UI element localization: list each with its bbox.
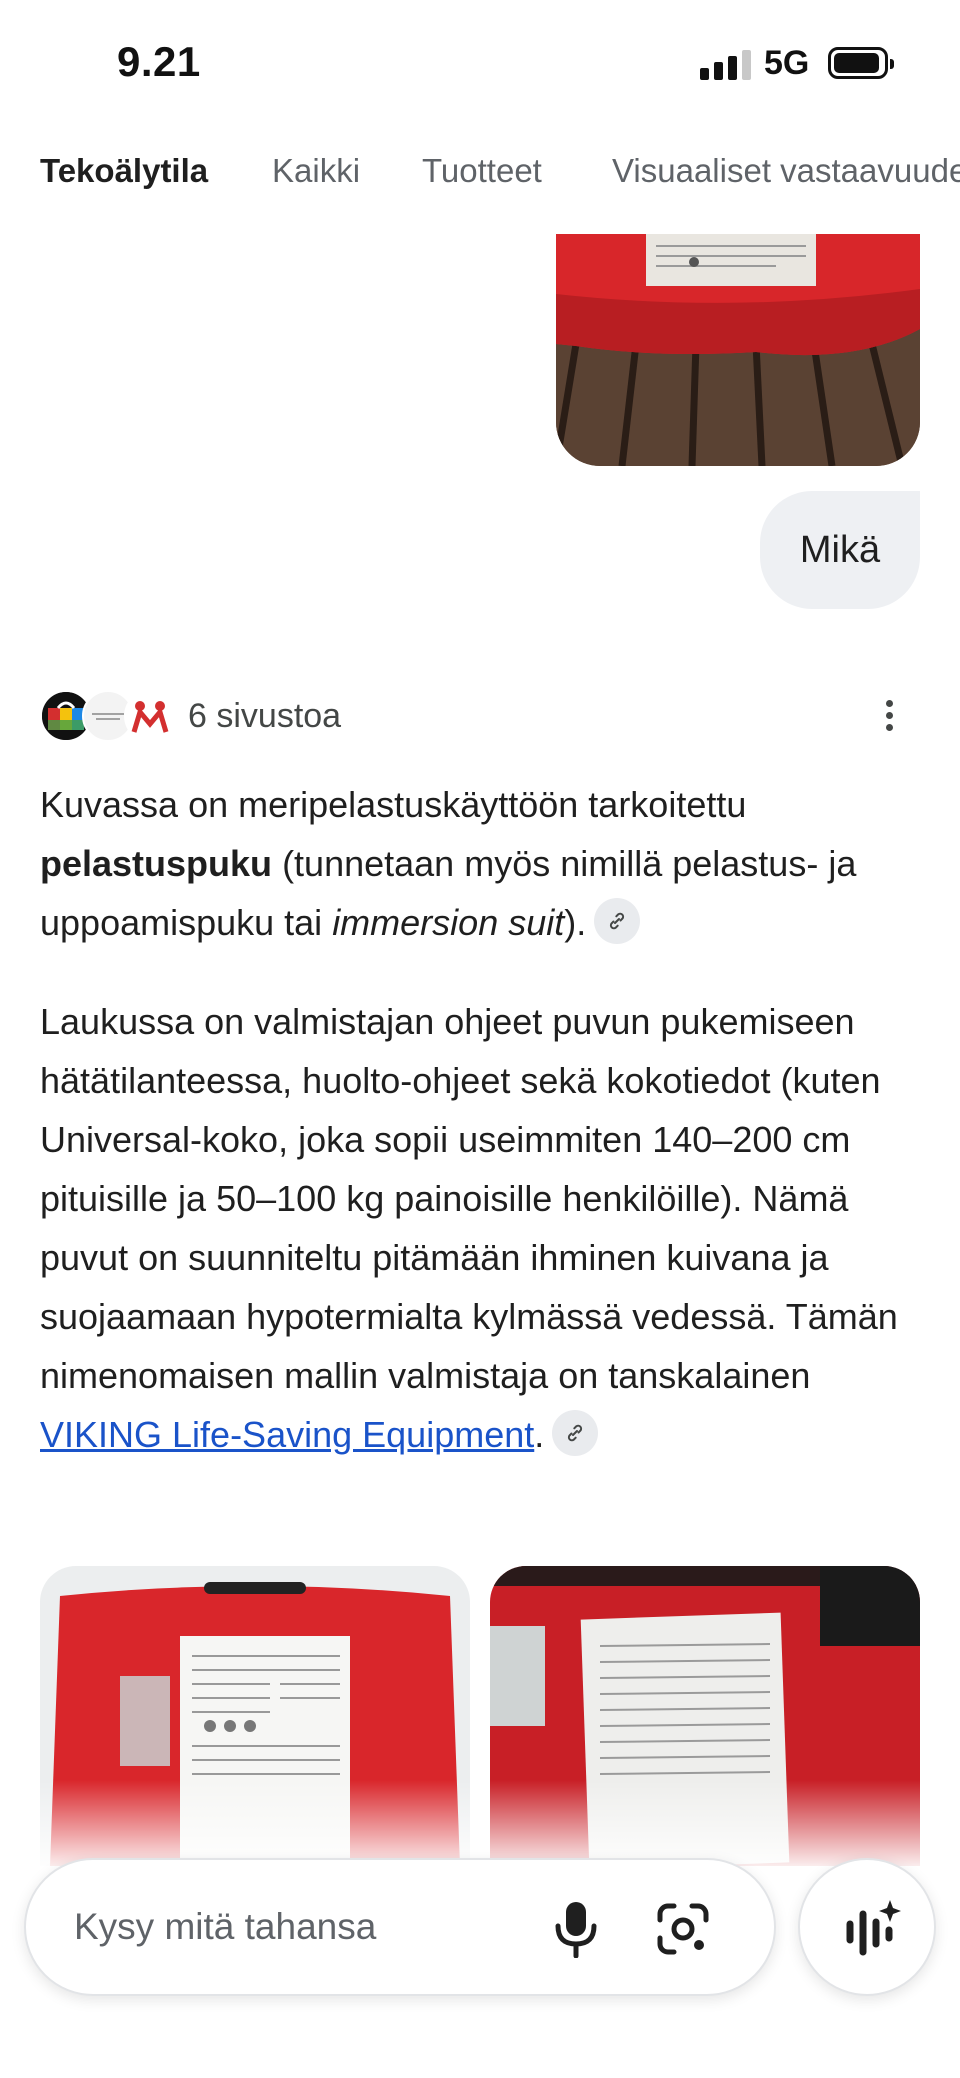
tab-visual-matches[interactable]: Visuaaliset vastaavuudet	[612, 152, 960, 190]
answer-paragraph-2: Laukussa on valmistajan ohjeet puvun puk…	[40, 992, 920, 1464]
answer-text: Kuvassa on meripelastuskäyttöön tarkoite…	[40, 784, 747, 825]
sources-count[interactable]: 6 sivustoa	[188, 697, 341, 736]
user-message-text: Mikä	[799, 529, 881, 571]
answer-text: .	[534, 1414, 545, 1455]
ai-mode-icon	[846, 1900, 901, 1956]
tab-products[interactable]: Tuotteet	[422, 152, 542, 190]
answer-paragraph-1: Kuvassa on meripelastuskäyttöön tarkoite…	[40, 775, 920, 952]
ai-mode-button[interactable]	[798, 1858, 936, 1996]
viking-link[interactable]: VIKING Life-Saving Equipment	[40, 1414, 534, 1455]
answer-text: Laukussa on valmistajan ohjeet puvun puk…	[40, 1001, 898, 1396]
lens-icon[interactable]	[654, 1900, 712, 1958]
battery-icon	[828, 47, 894, 79]
uploaded-photo[interactable]	[556, 234, 920, 466]
citation-link-chip[interactable]	[594, 898, 641, 945]
network-label: 5G	[764, 44, 810, 82]
signal-icon	[700, 50, 752, 80]
search-input[interactable]: Kysy mitä tahansa	[74, 1906, 376, 1948]
tab-bar: Tekoälytila Kaikki Tuotteet Visuaaliset …	[0, 130, 960, 214]
answer-italic-term: immersion suit	[332, 902, 565, 943]
link-icon	[610, 913, 625, 930]
citation-link-chip[interactable]	[552, 1410, 599, 1457]
more-vert-icon[interactable]	[882, 696, 896, 736]
answer-text: ).	[564, 902, 587, 943]
answer-bold-term: pelastuspuku	[40, 843, 273, 884]
status-time: 9.21	[117, 38, 201, 85]
source-favicon-3[interactable]	[124, 690, 176, 742]
link-icon	[568, 1425, 583, 1442]
user-message-bubble: Mikä	[760, 491, 920, 609]
tab-ai-mode[interactable]: Tekoälytila	[40, 152, 208, 190]
mic-icon[interactable]	[550, 1900, 602, 1959]
tab-all[interactable]: Kaikki	[272, 152, 360, 190]
